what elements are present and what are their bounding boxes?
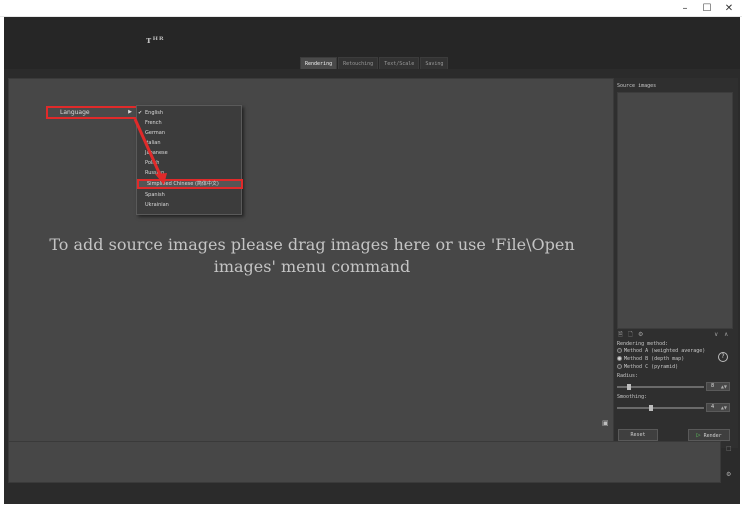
language-option-english[interactable]: English: [137, 108, 243, 118]
tab-saving[interactable]: Saving: [420, 57, 449, 69]
smoothing-spinbox[interactable]: 4 ▲▼: [706, 403, 730, 412]
reset-button[interactable]: Reset: [618, 429, 658, 441]
language-option-italian[interactable]: Italian: [137, 138, 243, 148]
render-button[interactable]: ▷ Render: [688, 429, 730, 441]
window-title-bar: – ☐ ✕: [0, 0, 742, 17]
language-menu-label: Language: [60, 109, 90, 116]
language-option-ukrainian[interactable]: Ukrainian: [137, 200, 243, 210]
method-c-radio[interactable]: [617, 364, 622, 369]
language-option-simplified-chinese[interactable]: Simplified Chinese (简体中文): [137, 179, 243, 189]
drop-hint-text: To add source images please drag images …: [9, 234, 615, 278]
language-option-german[interactable]: German: [137, 128, 243, 138]
play-icon: ▷: [696, 431, 701, 439]
language-menu-button[interactable]: Language ▶: [46, 106, 138, 119]
language-option-french[interactable]: French: [137, 118, 243, 128]
image-settings-icon[interactable]: ⚙: [638, 331, 643, 339]
canvas-resize-icon[interactable]: ▣: [602, 419, 610, 427]
method-a-label: Method A (weighted average): [624, 348, 706, 354]
move-down-icon[interactable]: ∨: [714, 331, 718, 339]
spin-arrows-icon[interactable]: ▲▼: [721, 383, 727, 390]
image-drop-area[interactable]: To add source images please drag images …: [8, 78, 614, 448]
spin-arrows-icon[interactable]: ▲▼: [721, 404, 727, 411]
method-b-label: Method B (depth map): [624, 356, 685, 362]
method-c-option[interactable]: Method C (pyramid): [614, 364, 714, 371]
close-button[interactable]: ✕: [718, 0, 740, 17]
smoothing-slider-handle[interactable]: [649, 405, 653, 411]
radius-spinbox[interactable]: 8 ▲▼: [706, 382, 730, 391]
drop-hint-line-2: images' menu command: [213, 257, 411, 276]
log-settings-icon[interactable]: ⚙: [726, 471, 734, 479]
language-option-japanese[interactable]: Japanese: [137, 148, 243, 158]
method-a-radio[interactable]: [617, 348, 622, 353]
render-button-label: Render: [703, 433, 722, 439]
move-up-icon[interactable]: ∧: [724, 331, 728, 339]
drop-hint-line-1: To add source images please drag images …: [49, 235, 575, 254]
radius-label: Radius:: [617, 373, 639, 379]
smoothing-slider[interactable]: [617, 405, 704, 411]
radius-slider-handle[interactable]: [627, 384, 631, 390]
help-icon[interactable]: ?: [718, 352, 728, 362]
language-submenu: English French German Italian Japanese P…: [136, 105, 243, 215]
right-panel: Source images 🗎 🗋 ⚙ ∨ ∧ Rendering method…: [614, 78, 738, 448]
tab-rendering[interactable]: Rendering: [300, 57, 338, 69]
rendering-method-label: Rendering method:: [617, 341, 669, 347]
smoothing-value: 4: [711, 404, 715, 410]
submenu-arrow-icon: ▶: [128, 109, 132, 115]
add-images-icon[interactable]: 🗎: [618, 331, 623, 339]
method-b-radio[interactable]: [617, 356, 622, 361]
log-output-area[interactable]: [8, 441, 721, 483]
source-images-label: Source images: [617, 83, 657, 89]
main-tabs: Rendering Retouching Text/Scale Saving: [300, 57, 449, 69]
radius-value: 8: [711, 383, 715, 389]
remove-images-icon[interactable]: 🗋: [628, 331, 633, 339]
smoothing-label: Smoothing:: [617, 394, 648, 400]
app-logo: ᴛᴴᴿ: [146, 36, 165, 46]
app-window: ᴛᴴᴿ Rendering Retouching Text/Scale Savi…: [4, 17, 740, 504]
method-c-label: Method C (pyramid): [624, 364, 679, 370]
tab-text-scale[interactable]: Text/Scale: [379, 57, 420, 69]
language-option-spanish[interactable]: Spanish: [137, 190, 243, 200]
method-a-option[interactable]: Method A (weighted average): [614, 348, 714, 355]
source-images-list[interactable]: [617, 92, 733, 329]
radius-slider[interactable]: [617, 384, 704, 390]
app-header: ᴛᴴᴿ Rendering Retouching Text/Scale Savi…: [4, 17, 740, 69]
minimize-button[interactable]: –: [674, 0, 696, 17]
log-clear-icon[interactable]: □: [726, 445, 734, 453]
tab-retouching[interactable]: Retouching: [338, 57, 379, 69]
maximize-button[interactable]: ☐: [696, 0, 718, 17]
language-option-polish[interactable]: Polish: [137, 158, 243, 168]
method-b-option[interactable]: Method B (depth map): [614, 356, 714, 363]
language-option-russian[interactable]: Russian: [137, 168, 243, 178]
